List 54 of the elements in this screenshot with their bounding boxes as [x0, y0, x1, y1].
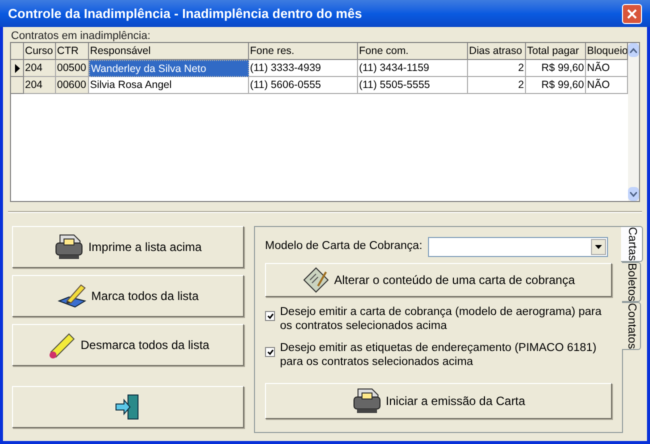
printer-icon	[54, 233, 84, 261]
column-header[interactable]: Responsável	[89, 43, 249, 60]
scroll-down-icon	[630, 192, 637, 196]
table-cell: 00600	[56, 77, 89, 94]
table-cell: R$ 99,60	[526, 77, 586, 94]
table-cell: 2	[468, 60, 526, 77]
table-cell: (11) 3333-4939	[249, 60, 358, 77]
checkbox-label: Desejo emitir a carta de cobrança (modelo de aerograma) para os contratos selecionados acima	[280, 305, 603, 333]
grid-label: Contratos em inadimplência:	[10, 29, 152, 42]
column-header[interactable]: Curso	[24, 43, 56, 60]
window-title: Controle da Inadimplência - Inadimplência dentro do mês	[8, 4, 362, 23]
checkbox[interactable]	[265, 311, 275, 321]
column-header[interactable]: CTR	[56, 43, 89, 60]
table-row[interactable]: 204 00500 Wanderley da Silva Neto (11) 3333-4939 (11) 3434-1159 2 R$ 99,60 NÃO	[11, 60, 628, 77]
action-button[interactable]: Desmarca todos da lista	[12, 324, 244, 366]
table-cell: 204	[24, 77, 56, 94]
scroll-up-icon	[630, 48, 637, 52]
side-tab[interactable]: Cartas	[621, 226, 643, 262]
column-header[interactable]: Fone res.	[249, 43, 358, 60]
dropdown-caret-icon	[595, 245, 602, 249]
side-tab[interactable]: Contatos	[622, 302, 641, 350]
printer-icon	[352, 387, 382, 415]
table-cell: 204	[24, 60, 56, 77]
table-cell: (11) 3434-1159	[358, 60, 468, 77]
table-cell: (11) 5505-5555	[358, 77, 468, 94]
table-cell: 2	[468, 77, 526, 94]
clipboard-icon	[302, 266, 330, 294]
close-icon	[627, 8, 637, 18]
checkbox[interactable]	[265, 347, 275, 357]
current-row-arrow-icon	[14, 64, 20, 72]
start-letter-button[interactable]: Iniciar a emissão da Carta	[265, 383, 612, 419]
column-header[interactable]: Dias atraso	[468, 43, 526, 60]
checkbox-label: Desejo emitir as etiquetas de endereçamento (PIMACO 6181) para os contratos selecionados acima	[280, 341, 598, 369]
close-button[interactable]	[622, 4, 642, 24]
check-icon	[266, 348, 274, 356]
action-button[interactable]: Imprime a lista acima	[12, 226, 244, 268]
action-button[interactable]: Marca todos da lista	[12, 275, 244, 317]
column-header[interactable]: Total pagar	[526, 43, 586, 60]
edit-letter-button[interactable]: Alterar o conteúdo de uma carta de cobrança	[265, 263, 612, 297]
table-row[interactable]: 204 00600 Silvia Rosa Angel (11) 5606-0555 (11) 5505-5555 2 R$ 99,60 NÃO	[11, 77, 628, 94]
table-cell: (11) 5606-0555	[249, 77, 358, 94]
side-tab[interactable]: Boletos	[622, 262, 641, 302]
letter-model-dropdown[interactable]	[428, 237, 608, 257]
column-header[interactable]: Fone com.	[358, 43, 468, 60]
table-cell: Silvia Rosa Angel	[89, 77, 249, 94]
table-cell: Wanderley da Silva Neto	[89, 60, 249, 77]
table-cell: NÃO	[586, 60, 628, 77]
exit-button[interactable]	[12, 386, 244, 428]
table-cell: R$ 99,60	[526, 60, 586, 77]
table-cell: NÃO	[586, 77, 628, 94]
table-cell: 00500	[56, 60, 89, 77]
check-icon	[266, 312, 274, 320]
field-label: Modelo de Carta de Cobrança:	[265, 239, 422, 254]
vertical-scrollbar[interactable]	[628, 43, 639, 201]
